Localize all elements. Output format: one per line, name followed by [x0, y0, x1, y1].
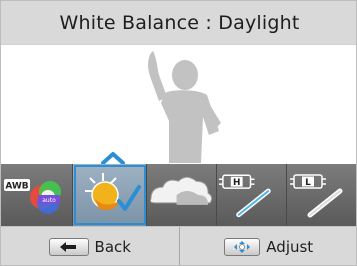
- awb-auto-text: auto: [42, 197, 56, 204]
- photo-preview: [1, 45, 356, 163]
- title-value: Daylight: [218, 11, 300, 34]
- title-bar: White Balance : Daylight: [1, 1, 356, 45]
- wb-option-awb[interactable]: AWB auto: [1, 164, 73, 226]
- wb-option-fluorescent-h[interactable]: H: [217, 164, 287, 226]
- four-way-nav-icon: [224, 238, 261, 256]
- fluorescent-h-icon: H: [218, 174, 271, 218]
- title-label: White Balance: [59, 11, 200, 34]
- return-arrow-icon: [48, 238, 89, 256]
- checkmark-icon: [116, 185, 141, 211]
- bottom-bar: Back Adjust: [1, 226, 357, 265]
- back-label: Back: [94, 238, 131, 256]
- wb-option-daylight[interactable]: [73, 164, 147, 226]
- scroll-up-arrow-icon[interactable]: [100, 151, 126, 165]
- awb-badge-text: AWB: [5, 182, 28, 192]
- auto-white-balance-icon: AWB auto: [3, 179, 61, 214]
- adjust-label: Adjust: [266, 238, 314, 256]
- wb-option-cloudy[interactable]: [147, 164, 217, 226]
- fluorescent-h-badge: H: [233, 178, 240, 188]
- wb-option-fluorescent-l[interactable]: L: [287, 164, 356, 226]
- back-button[interactable]: Back: [1, 227, 180, 265]
- adjust-button[interactable]: Adjust: [180, 227, 357, 265]
- white-balance-options-strip: AWB auto H L: [1, 164, 356, 226]
- white-balance-screen: White Balance : Daylight AWB auto H L Ba…: [0, 0, 357, 266]
- cloudy-icon: [149, 176, 213, 205]
- person-silhouette-image: [148, 51, 221, 163]
- page-title: White Balance : Daylight: [60, 12, 300, 34]
- daylight-sun-icon: [84, 173, 141, 211]
- fluorescent-l-badge: L: [305, 178, 311, 188]
- title-separator: :: [199, 11, 219, 34]
- fluorescent-l-icon: L: [289, 174, 342, 218]
